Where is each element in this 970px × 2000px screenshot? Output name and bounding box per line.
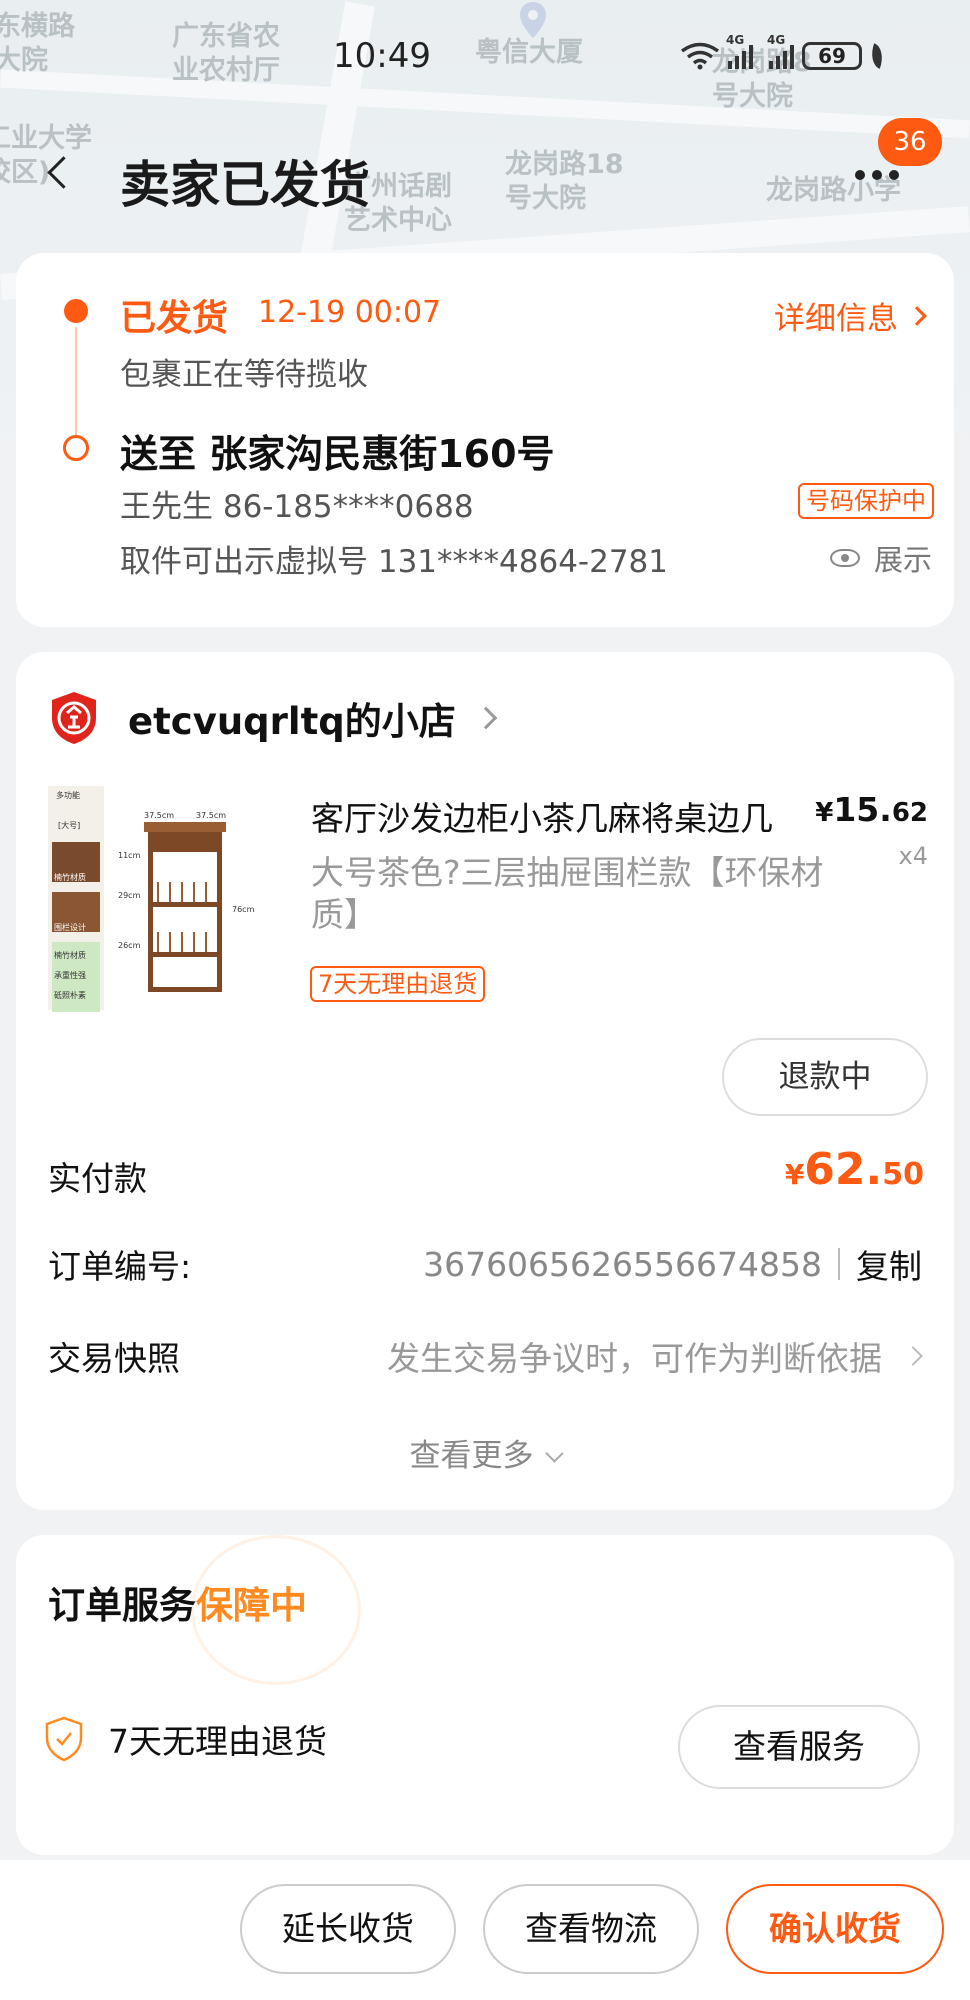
- refund-status-button[interactable]: 退款中: [722, 1038, 928, 1116]
- image-label: 76cm: [232, 905, 255, 914]
- shipping-substatus: 包裹正在等待揽收: [120, 357, 368, 393]
- recipient-contact: 王先生 86-185****0688: [120, 489, 474, 525]
- pickup-virtual-number: 取件可出示虚拟号 131****4864-2781: [120, 544, 668, 580]
- signal-icon: 4G: [726, 33, 753, 69]
- order-card: etcvuqrltq的小店 多功能 [大号] 楠竹材质 围栏设计 楠竹材质 承重…: [16, 652, 954, 1510]
- product-thumbnail[interactable]: 多功能 [大号] 楠竹材质 围栏设计 楠竹材质 承重性强 砥照朴素 37.5cm…: [44, 782, 282, 1018]
- bottom-action-bar: 延长收货 查看物流 确认收货: [0, 1860, 970, 2000]
- product-quantity: x4: [898, 842, 928, 870]
- detail-link-label: 详细信息: [774, 301, 898, 337]
- image-label: 楠竹材质: [54, 872, 86, 882]
- service-title: 订单服务保障中: [48, 1584, 307, 1627]
- image-label: 37.5cm: [144, 811, 174, 820]
- back-button[interactable]: [40, 155, 80, 195]
- snapshot-label: 交易快照: [48, 1339, 180, 1378]
- product-price: ¥15.62: [815, 790, 928, 829]
- service-item-name: 7天无理由退货: [108, 1722, 327, 1761]
- paid-amount-label: 实付款: [48, 1159, 147, 1198]
- status-time: 10:49: [333, 36, 431, 76]
- product-spec: 大号茶色?三层抽屉围栏款【环保材质】: [311, 853, 824, 934]
- shop-name: etcvuqrltq的小店: [128, 700, 456, 743]
- service-card: 订单服务保障中 7天无理由退货 查看服务: [16, 1535, 954, 1855]
- signal-icon: 4G: [767, 33, 794, 69]
- logistics-detail-link[interactable]: 详细信息: [774, 293, 927, 338]
- chevron-right-icon: [474, 706, 498, 730]
- image-label: 11cm: [118, 851, 141, 860]
- timeline-ring-icon: [63, 435, 89, 461]
- view-service-button[interactable]: 查看服务: [678, 1705, 920, 1789]
- image-label: 楠竹材质: [54, 950, 86, 960]
- timeline-dot-icon: [64, 299, 88, 323]
- snapshot-link[interactable]: 发生交易争议时，可作为判断依据: [387, 1332, 923, 1380]
- timeline-line: [75, 327, 77, 437]
- shop-link[interactable]: etcvuqrltq的小店: [48, 688, 498, 748]
- map-label: 龙岗路18 号大院: [505, 149, 624, 214]
- logistics-card: 已发货 12-19 00:07 详细信息 包裹正在等待揽收 送至 张家沟民惠街1…: [16, 253, 954, 627]
- status-bar: 10:49 4G 4G 69: [0, 30, 970, 80]
- extend-receipt-button[interactable]: 延长收货: [240, 1884, 456, 1974]
- view-logistics-button[interactable]: 查看物流: [483, 1884, 699, 1974]
- system-icons: 4G 4G 69: [680, 33, 888, 70]
- image-label: 29cm: [118, 891, 141, 900]
- confirm-receipt-button[interactable]: 确认收货: [726, 1884, 944, 1974]
- image-label: 多功能: [56, 790, 80, 800]
- paid-amount: ¥62.50: [784, 1144, 924, 1195]
- see-more-button[interactable]: 查看更多: [16, 1430, 954, 1475]
- leaf-icon: [866, 43, 888, 69]
- chevron-right-icon: [903, 1346, 923, 1366]
- shop-badge-icon: [52, 692, 96, 744]
- wifi-icon: [680, 42, 720, 70]
- number-protection-tag: 号码保护中: [798, 483, 934, 519]
- service-item: 7天无理由退货: [44, 1715, 327, 1763]
- product-title[interactable]: 客厅沙发边柜小茶几麻将桌边几: [311, 792, 811, 840]
- delivery-address: 送至 张家沟民惠街160号: [120, 432, 555, 476]
- image-label: 砥照朴素: [54, 990, 86, 1000]
- see-more-label: 查看更多: [409, 1438, 534, 1474]
- shipping-status: 已发货: [120, 298, 229, 339]
- snapshot-description: 发生交易争议时，可作为判断依据: [387, 1339, 882, 1378]
- chevron-down-icon: [544, 1444, 564, 1463]
- image-label: 26cm: [118, 941, 141, 950]
- image-label: 围栏设计: [54, 922, 86, 932]
- eye-icon: [829, 549, 860, 567]
- shipping-time: 12-19 00:07: [258, 295, 442, 330]
- page-title: 卖家已发货: [120, 156, 370, 214]
- copy-button[interactable]: 复制: [856, 1240, 922, 1288]
- image-label: 37.5cm: [196, 811, 226, 820]
- order-number: 3676065626556674858: [423, 1244, 822, 1284]
- image-label: [大号]: [58, 820, 80, 830]
- order-number-row: 3676065626556674858 复制: [423, 1240, 922, 1288]
- show-number-button[interactable]: 展示: [829, 537, 932, 579]
- divider: [838, 1248, 840, 1280]
- message-count-badge[interactable]: 36: [878, 118, 942, 166]
- battery-icon: 69: [802, 42, 862, 70]
- chevron-right-icon: [907, 305, 927, 326]
- image-label: 承重性强: [54, 970, 86, 980]
- order-number-label: 订单编号:: [48, 1247, 192, 1286]
- show-number-label: 展示: [873, 543, 932, 577]
- return-policy-tag: 7天无理由退货: [310, 966, 486, 1002]
- shield-check-icon: [45, 1716, 83, 1762]
